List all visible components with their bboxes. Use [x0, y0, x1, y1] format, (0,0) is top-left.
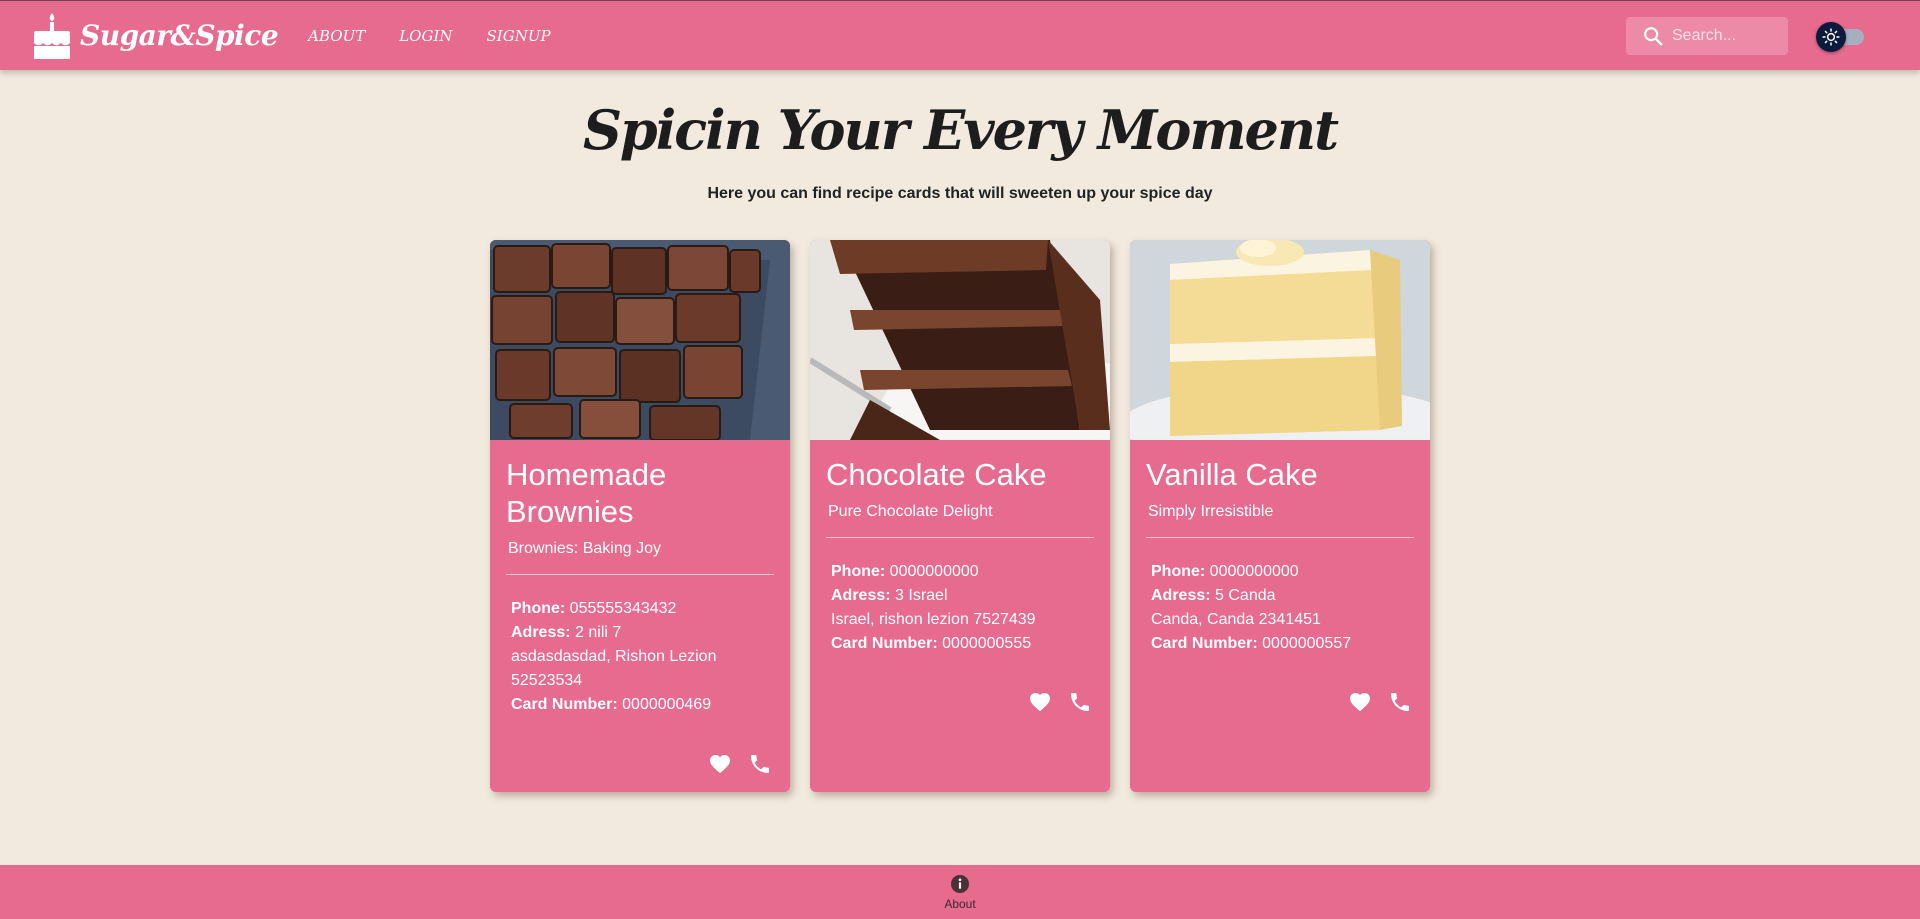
card-subtitle: Pure Chocolate Delight: [828, 503, 993, 520]
page-title: Spicin Your Every Moment: [582, 98, 1339, 162]
address-line-3: 52523534: [511, 672, 583, 689]
brand-logo[interactable]: Sugar&Spice: [30, 11, 279, 61]
address-label: Adress:: [1151, 587, 1211, 604]
search-input[interactable]: [1672, 27, 1782, 45]
card-info: Phone: 0000000000 Adress: 5 Canda Canda,…: [1151, 560, 1414, 656]
phone-value: 055555343432: [569, 600, 677, 617]
card-actions: [1012, 690, 1092, 714]
phone-icon[interactable]: [1068, 690, 1092, 714]
address-line-2: asdasdasdad, Rishon Lezion: [511, 648, 717, 665]
recipe-card[interactable]: Homemade Brownies Brownies: Baking Joy P…: [490, 240, 790, 792]
cake-icon: [34, 12, 70, 59]
phone-label: Phone:: [511, 600, 566, 617]
sun-icon: [1822, 28, 1840, 46]
search-box[interactable]: [1626, 17, 1788, 55]
chocolate-cake-image: [810, 240, 1110, 440]
recipe-card[interactable]: Vanilla Cake Simply Irresistible Phone: …: [1130, 240, 1430, 792]
phone-icon[interactable]: [748, 752, 772, 776]
card-title: Homemade Brownies: [506, 457, 667, 529]
card-title: Vanilla Cake: [1146, 457, 1318, 492]
nav-link-login[interactable]: LOGIN: [399, 27, 452, 45]
phone-label: Phone:: [1151, 563, 1206, 580]
address-line-2: Israel, rishon lezion 7527439: [831, 611, 1036, 628]
nav-links: ABOUT LOGIN SIGNUP: [308, 27, 584, 45]
theme-toggle[interactable]: [1816, 21, 1868, 53]
toggle-thumb[interactable]: [1816, 22, 1846, 52]
card-number-value: 0000000469: [622, 696, 712, 713]
vanilla-cake-image: [1130, 240, 1430, 440]
brand-name: Sugar&Spice: [80, 19, 279, 52]
phone-value: 0000000000: [889, 563, 979, 580]
address-label: Adress:: [511, 624, 571, 641]
card-actions: [692, 752, 772, 776]
address-line-1: 3 Israel: [895, 587, 948, 604]
card-number-label: Card Number:: [1151, 635, 1258, 652]
search-icon: [1644, 27, 1663, 46]
phone-label: Phone:: [831, 563, 886, 580]
card-info: Phone: 055555343432 Adress: 2 nili 7 asd…: [511, 597, 774, 717]
card-divider: [506, 574, 774, 575]
card-divider: [826, 537, 1094, 538]
card-number-value: 0000000555: [942, 635, 1032, 652]
phone-icon[interactable]: [1388, 690, 1412, 714]
footer-about-button[interactable]: About: [944, 874, 976, 911]
card-title: Chocolate Cake: [826, 457, 1047, 492]
heart-icon[interactable]: [1348, 690, 1372, 714]
card-subtitle: Brownies: Baking Joy: [508, 540, 661, 557]
nav-link-signup[interactable]: SIGNUP: [487, 27, 551, 45]
nav-link-about[interactable]: ABOUT: [308, 27, 365, 45]
card-number-label: Card Number:: [511, 696, 618, 713]
navbar: Sugar&Spice ABOUT LOGIN SIGNUP: [0, 0, 1920, 70]
footer-about-label: About: [944, 896, 976, 911]
address-line-1: 5 Canda: [1215, 587, 1276, 604]
heart-icon[interactable]: [1028, 690, 1052, 714]
card-number-label: Card Number:: [831, 635, 938, 652]
brownies-image: [490, 240, 790, 440]
address-line-2: Canda, Canda 2341451: [1151, 611, 1321, 628]
heart-icon[interactable]: [708, 752, 732, 776]
address-line-1: 2 nili 7: [575, 624, 622, 641]
card-number-value: 0000000557: [1262, 635, 1352, 652]
page-subtitle: Here you can find recipe cards that will…: [707, 185, 1213, 202]
card-actions: [1332, 690, 1412, 714]
address-label: Adress:: [831, 587, 891, 604]
card-info: Phone: 0000000000 Adress: 3 Israel Israe…: [831, 560, 1094, 656]
phone-value: 0000000000: [1209, 563, 1299, 580]
card-subtitle: Simply Irresistible: [1148, 503, 1274, 520]
card-divider: [1146, 537, 1414, 538]
info-icon: [950, 874, 969, 893]
footer: About: [0, 865, 1920, 919]
recipe-card[interactable]: Chocolate Cake Pure Chocolate Delight Ph…: [810, 240, 1110, 792]
